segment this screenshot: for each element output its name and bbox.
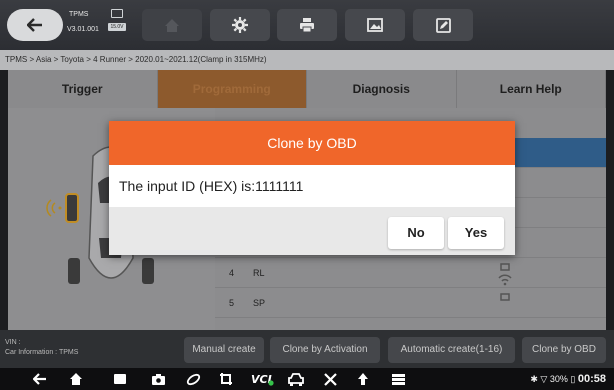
nav-home-button[interactable] — [68, 371, 84, 387]
upload-icon — [358, 373, 368, 385]
vci-logo-icon: VCI — [251, 373, 274, 386]
menu-icon — [391, 373, 405, 385]
home-icon — [165, 18, 179, 32]
home-button[interactable] — [142, 9, 202, 41]
edit-icon — [435, 17, 451, 33]
sensor-signal-icon — [498, 263, 512, 286]
nav-back-button[interactable] — [32, 371, 48, 387]
status-bar: ✱ ▽ 30% ▯ 00:58 — [530, 372, 606, 386]
dialog-message: The input ID (HEX) is:1111111 — [119, 178, 304, 194]
svg-text:VCI: VCI — [251, 373, 272, 386]
yes-button[interactable]: Yes — [448, 217, 504, 249]
image-icon — [367, 18, 383, 32]
bluetooth-icon: ✱ — [530, 374, 538, 384]
camera-button[interactable] — [150, 371, 166, 387]
vehicle-info: VIN : Car Information : TPMS — [5, 338, 78, 358]
table-row[interactable]: 5 SP — [215, 288, 606, 318]
home-icon — [70, 373, 82, 385]
row-position: RL — [253, 268, 265, 278]
recent-apps-icon — [114, 374, 126, 384]
tab-programming[interactable]: Programming — [157, 70, 307, 108]
manual-create-button[interactable]: Manual create — [184, 337, 264, 363]
row-position: SP — [253, 298, 266, 308]
dialog-title: Clone by OBD — [109, 121, 515, 165]
tab-bar: Trigger Programming Diagnosis Learn Help — [8, 70, 606, 108]
car-button[interactable] — [288, 371, 304, 387]
upload-button[interactable] — [355, 371, 371, 387]
crop-button[interactable] — [218, 371, 234, 387]
print-button[interactable] — [277, 9, 337, 41]
system-nav-bar: VCI ✱ ▽ 30% ▯ 00:58 — [0, 368, 614, 390]
vci-status: 15.0V — [108, 9, 126, 31]
app-name: TPMS — [69, 11, 89, 18]
app-version: V3.01.001 — [67, 26, 99, 33]
nav-recents-button[interactable] — [112, 371, 128, 387]
screenshot-button[interactable] — [345, 9, 405, 41]
vin-label: VIN : — [5, 339, 21, 346]
clone-by-obd-dialog: Clone by OBD The input ID (HEX) is:11111… — [109, 121, 515, 255]
battery-icon: ▯ — [570, 374, 576, 384]
back-arrow-icon — [27, 18, 42, 32]
print-icon — [300, 18, 314, 33]
edit-button[interactable] — [413, 9, 473, 41]
back-arrow-icon — [33, 373, 46, 385]
battery-percent: 30% — [549, 374, 568, 384]
breadcrumb: TPMS > Asia > Toyota > 4 Runner > 2020.0… — [0, 50, 614, 70]
crop-icon — [220, 373, 232, 385]
browser-icon — [186, 373, 200, 385]
gear-icon — [232, 17, 248, 33]
function-bar: VIN : Car Information : TPMS Manual crea… — [0, 330, 614, 368]
browser-button[interactable] — [185, 371, 201, 387]
vci-button[interactable]: VCI — [250, 371, 276, 387]
dialog-footer: No Yes — [109, 207, 515, 255]
wifi-icon: ▽ — [540, 374, 548, 384]
tools-button[interactable] — [322, 371, 338, 387]
tab-diagnosis[interactable]: Diagnosis — [307, 70, 457, 108]
camera-icon — [151, 373, 165, 385]
tools-icon — [323, 372, 337, 386]
tab-learn-help[interactable]: Learn Help — [456, 70, 606, 108]
row-number: 5 — [229, 298, 235, 308]
vci-voltage: 15.0V — [108, 23, 126, 31]
automatic-create-button[interactable]: Automatic create(1-16) — [388, 337, 515, 363]
back-button[interactable] — [7, 9, 63, 41]
vci-icon — [111, 9, 123, 18]
no-button[interactable]: No — [388, 217, 444, 249]
car-info-label: Car Information : TPMS — [5, 349, 79, 356]
top-toolbar: TPMS V3.01.001 15.0V — [0, 0, 614, 50]
settings-button[interactable] — [210, 9, 270, 41]
sensor-icon — [500, 293, 510, 301]
car-icon — [288, 372, 304, 386]
clock: 00:58 — [577, 373, 606, 385]
tab-trigger[interactable]: Trigger — [8, 70, 158, 108]
table-row[interactable]: 4 RL — [215, 258, 606, 288]
menu-button[interactable] — [390, 371, 406, 387]
row-number: 4 — [229, 268, 235, 278]
clone-by-obd-button[interactable]: Clone by OBD — [522, 337, 606, 363]
clone-by-activation-button[interactable]: Clone by Activation — [270, 337, 380, 363]
